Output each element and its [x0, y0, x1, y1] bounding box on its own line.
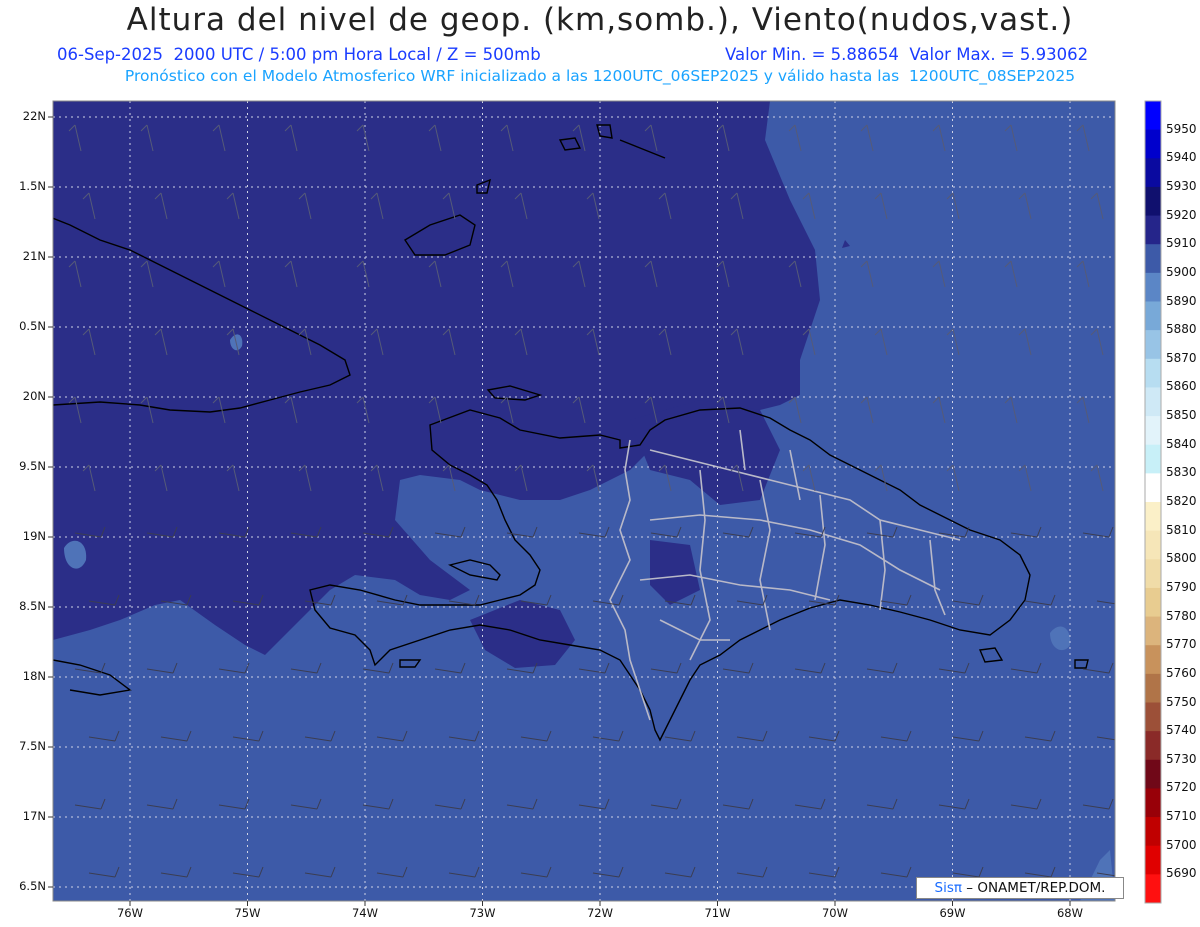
- colorbar-swatch: [1145, 387, 1161, 417]
- credit-box: Sisπ – ONAMET/REP.DOM.: [916, 877, 1124, 899]
- colorbar-level-label: 5870: [1166, 350, 1197, 365]
- colorbar-swatch: [1145, 444, 1161, 474]
- lat-label: 20N: [22, 389, 46, 403]
- map-plot-area: [53, 101, 1115, 901]
- lon-label: 73W: [469, 906, 496, 920]
- colorbar-swatch: [1145, 759, 1161, 789]
- colorbar-level-label: 5940: [1166, 150, 1197, 165]
- colorbar-swatch: [1145, 845, 1161, 875]
- lon-label: 76W: [116, 906, 143, 920]
- colorbar-swatch: [1145, 129, 1161, 159]
- colorbar-level-label: 5760: [1166, 665, 1197, 680]
- lon-label: 69W: [939, 906, 966, 920]
- colorbar-swatch: [1145, 473, 1161, 503]
- colorbar-level-label: 5840: [1166, 436, 1197, 451]
- colorbar-level-label: 5900: [1166, 264, 1197, 279]
- colorbar-level-label: 5790: [1166, 579, 1197, 594]
- colorbar-swatch: [1145, 817, 1161, 847]
- colorbar-level-label: 5730: [1166, 751, 1197, 766]
- colorbar-level-label: 5690: [1166, 866, 1197, 881]
- colorbar-level-label: 5930: [1166, 178, 1197, 193]
- lat-label: 9.5N: [19, 459, 46, 473]
- lat-label: 22N: [22, 109, 46, 123]
- colorbar-level-label: 5860: [1166, 379, 1197, 394]
- colorbar-level-label: 5750: [1166, 694, 1197, 709]
- colorbar-level-label: 5770: [1166, 637, 1197, 652]
- colorbar-level-label: 5710: [1166, 809, 1197, 824]
- lat-label: 8.5N: [19, 599, 46, 613]
- colorbar-swatch: [1145, 559, 1161, 589]
- sisp-logo-text: Sisπ: [934, 880, 962, 896]
- colorbar-level-label: 5850: [1166, 408, 1197, 423]
- lat-label: 1.5N: [19, 179, 46, 193]
- colorbar: [1144, 100, 1162, 904]
- colorbar-swatch: [1145, 788, 1161, 818]
- lat-label: 19N: [22, 529, 46, 543]
- colorbar-level-label: 5880: [1166, 322, 1197, 337]
- colorbar-level-label: 5910: [1166, 236, 1197, 251]
- lon-label: 70W: [821, 906, 848, 920]
- lat-label: 18N: [22, 669, 46, 683]
- colorbar-level-label: 5700: [1166, 837, 1197, 852]
- colorbar-level-label: 5780: [1166, 608, 1197, 623]
- colorbar-level-label: 5830: [1166, 465, 1197, 480]
- lon-label: 71W: [704, 906, 731, 920]
- colorbar-swatch: [1145, 330, 1161, 360]
- lat-label: 17N: [22, 809, 46, 823]
- colorbar-swatch: [1145, 502, 1161, 532]
- lat-label: 6.5N: [19, 879, 46, 893]
- colorbar-level-label: 5720: [1166, 780, 1197, 795]
- lon-label: 75W: [234, 906, 261, 920]
- colorbar-swatch: [1145, 416, 1161, 446]
- colorbar-level-label: 5740: [1166, 723, 1197, 738]
- colorbar-level-label: 5920: [1166, 207, 1197, 222]
- colorbar-level-label: 5950: [1166, 121, 1197, 136]
- lat-label: 7.5N: [19, 739, 46, 753]
- colorbar-swatch: [1145, 301, 1161, 331]
- lat-label: 0.5N: [19, 319, 46, 333]
- colorbar-swatch: [1145, 587, 1161, 618]
- colorbar-swatch: [1145, 186, 1161, 217]
- lon-label: 74W: [351, 906, 378, 920]
- colorbar-swatch: [1145, 358, 1161, 388]
- colorbar-swatch: [1145, 101, 1161, 131]
- colorbar-swatch: [1145, 616, 1161, 646]
- colorbar-level-label: 5800: [1166, 551, 1197, 566]
- lat-label: 21N: [22, 249, 46, 263]
- colorbar-level-label: 5890: [1166, 293, 1197, 308]
- credit-text: – ONAMET/REP.DOM.: [962, 880, 1106, 896]
- colorbar-swatch: [1145, 874, 1161, 904]
- colorbar-swatch: [1145, 530, 1161, 560]
- lon-label: 72W: [586, 906, 613, 920]
- colorbar-swatch: [1145, 673, 1161, 703]
- colorbar-level-label: 5820: [1166, 494, 1197, 508]
- colorbar-swatch: [1145, 272, 1161, 302]
- map-canvas: [48, 100, 1162, 906]
- colorbar-swatch: [1145, 731, 1161, 761]
- colorbar-swatch: [1145, 645, 1161, 675]
- colorbar-swatch: [1145, 244, 1161, 274]
- colorbar-swatch: [1145, 702, 1161, 732]
- colorbar-swatch: [1145, 158, 1161, 188]
- colorbar-level-label: 5810: [1166, 522, 1197, 537]
- colorbar-swatch: [1145, 215, 1161, 245]
- lon-label: 68W: [1056, 906, 1083, 920]
